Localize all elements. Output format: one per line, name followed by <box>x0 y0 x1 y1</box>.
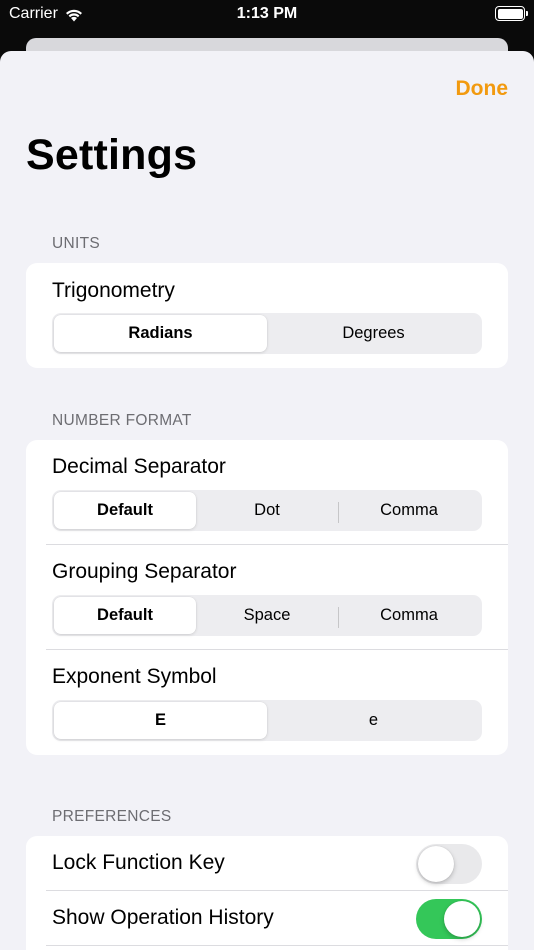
section-header-preferences: PREFERENCES <box>52 808 172 825</box>
show-operation-history-toggle[interactable] <box>416 899 482 939</box>
trigonometry-row: Trigonometry Radians Degrees <box>26 263 508 368</box>
grouping-separator-row: Grouping Separator Default Space Comma <box>26 545 508 650</box>
done-button[interactable]: Done <box>456 77 509 101</box>
toggle-knob <box>418 846 454 882</box>
settings-sheet: Done Settings UNITS Trigonometry Radians… <box>0 51 534 950</box>
section-header-number-format: NUMBER FORMAT <box>52 412 192 429</box>
segment-degrees[interactable]: Degrees <box>267 315 480 352</box>
segment-comma[interactable]: Comma <box>338 597 480 634</box>
lock-function-key-row: Lock Function Key <box>26 836 508 891</box>
segment-comma[interactable]: Comma <box>338 492 480 529</box>
exponent-symbol-segmented-control: E e <box>52 700 482 741</box>
battery-icon <box>495 6 528 21</box>
segment-radians[interactable]: Radians <box>54 315 267 352</box>
status-bar: Carrier 1:13 PM <box>0 0 534 30</box>
segment-dot[interactable]: Dot <box>196 492 338 529</box>
lock-function-key-toggle[interactable] <box>416 844 482 884</box>
decimal-separator-label: Decimal Separator <box>52 455 226 478</box>
toggle-knob <box>444 901 480 937</box>
decimal-separator-row: Decimal Separator Default Dot Comma <box>26 440 508 545</box>
segment-lowercase-e[interactable]: e <box>267 702 480 739</box>
segment-space[interactable]: Space <box>196 597 338 634</box>
segment-uppercase-e[interactable]: E <box>54 702 267 739</box>
show-operation-history-label: Show Operation History <box>52 906 274 929</box>
grouping-separator-label: Grouping Separator <box>52 560 237 583</box>
segment-divider <box>338 607 339 628</box>
exponent-symbol-row: Exponent Symbol E e <box>26 650 508 755</box>
trigonometry-label: Trigonometry <box>52 279 175 302</box>
lock-function-key-label: Lock Function Key <box>52 851 225 874</box>
grouping-separator-segmented-control: Default Space Comma <box>52 595 482 636</box>
units-group: Trigonometry Radians Degrees <box>26 263 508 368</box>
preferences-group: Lock Function Key Show Operation History <box>26 836 508 950</box>
exponent-symbol-label: Exponent Symbol <box>52 665 217 688</box>
page-title: Settings <box>26 131 198 179</box>
row-separator <box>46 945 508 946</box>
decimal-separator-segmented-control: Default Dot Comma <box>52 490 482 531</box>
segment-default[interactable]: Default <box>54 597 196 634</box>
segment-default[interactable]: Default <box>54 492 196 529</box>
show-operation-history-row: Show Operation History <box>26 891 508 946</box>
section-header-units: UNITS <box>52 235 100 252</box>
status-time: 1:13 PM <box>236 5 298 22</box>
number-format-group: Decimal Separator Default Dot Comma Grou… <box>26 440 508 755</box>
trigonometry-segmented-control: Radians Degrees <box>52 313 482 354</box>
segment-divider <box>338 502 339 523</box>
